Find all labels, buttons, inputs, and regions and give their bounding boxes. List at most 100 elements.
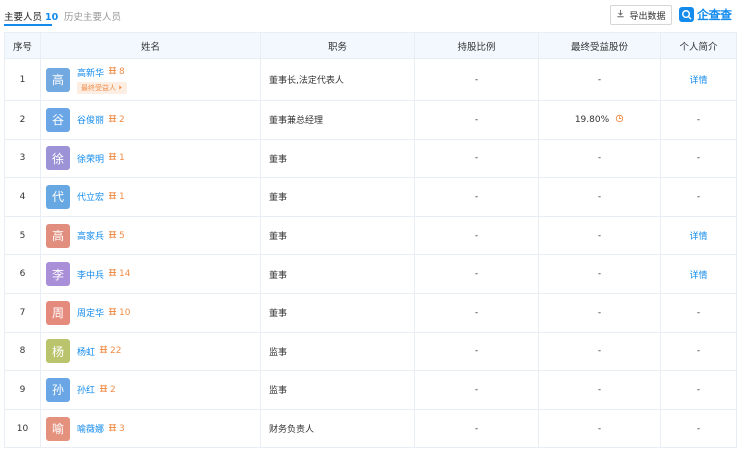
brand-logo: 企查查 <box>679 6 732 23</box>
brand-mark-icon <box>679 7 694 22</box>
cell-share: - <box>414 408 539 449</box>
cell-name: 周周定华 10 <box>40 292 261 333</box>
bio-detail-link: - <box>696 423 701 434</box>
cell-bio: - <box>660 292 737 333</box>
person-name-link[interactable]: 李中兵 <box>77 268 104 281</box>
bio-detail-link[interactable]: 详情 <box>689 232 707 242</box>
cell-position: 董事 <box>260 138 415 179</box>
cell-final-share: - <box>538 138 661 179</box>
header-index: 序号 <box>4 32 41 59</box>
beneficiary-tag-label: 最终受益人 <box>81 83 116 92</box>
association-icon <box>108 152 117 164</box>
final-share-value: - <box>597 269 602 280</box>
association-icon <box>108 307 117 319</box>
avatar[interactable]: 高 <box>46 67 70 92</box>
person-name-link[interactable]: 孙红 <box>77 383 95 396</box>
related-count: 5 <box>119 230 125 241</box>
related-companies-link[interactable]: 22 <box>99 345 121 357</box>
final-share-value: 19.80% <box>574 114 610 125</box>
related-count: 3 <box>119 423 125 434</box>
related-companies-link[interactable]: 1 <box>108 191 125 203</box>
bio-detail-link[interactable]: 详情 <box>689 271 707 281</box>
person-name-link[interactable]: 高新华 <box>77 66 104 79</box>
person-name-link[interactable]: 杨虹 <box>77 345 95 358</box>
related-companies-link[interactable]: 5 <box>108 230 125 242</box>
cell-bio: - <box>660 331 737 372</box>
cell-name: 喻喻薇娜 3 <box>40 408 261 449</box>
final-share-value: - <box>597 423 602 434</box>
related-companies-link[interactable]: 1 <box>108 152 125 164</box>
avatar[interactable]: 徐 <box>46 146 70 171</box>
caret-right-icon <box>118 84 123 92</box>
cell-name: 高高家兵 5 <box>40 215 261 256</box>
cell-position: 董事 <box>260 177 415 217</box>
association-icon <box>108 230 117 242</box>
cell-index: 7 <box>4 292 41 333</box>
avatar[interactable]: 李 <box>46 262 70 287</box>
beneficiary-tag[interactable]: 最终受益人 <box>77 81 127 94</box>
cell-final-share: - <box>538 215 661 256</box>
cell-index: 4 <box>4 177 41 217</box>
active-tab-indicator <box>4 24 52 26</box>
avatar[interactable]: 高 <box>46 223 70 248</box>
avatar[interactable]: 喻 <box>46 416 70 441</box>
related-companies-link[interactable]: 10 <box>108 307 130 319</box>
related-companies-link[interactable]: 2 <box>108 114 125 126</box>
avatar[interactable]: 孙 <box>46 377 70 402</box>
related-companies-link[interactable]: 8 <box>108 66 125 78</box>
avatar[interactable]: 杨 <box>46 339 70 364</box>
bio-detail-link: - <box>696 114 701 125</box>
cell-share: - <box>414 215 539 256</box>
cell-position: 董事兼总经理 <box>260 100 415 140</box>
cell-position: 董事长,法定代表人 <box>260 58 415 101</box>
share-chart-icon[interactable] <box>615 114 624 126</box>
header-share[interactable]: 持股比例 <box>414 32 539 59</box>
cell-share: - <box>414 254 539 294</box>
association-icon <box>99 384 108 396</box>
cell-bio: - <box>660 100 737 140</box>
person-name-link[interactable]: 徐荣明 <box>77 152 104 165</box>
related-companies-link[interactable]: 3 <box>108 423 125 435</box>
cell-final-share: - <box>538 408 661 449</box>
table-row: 2 谷谷俊丽 2 董事兼总经理 -19.80% - <box>4 100 737 140</box>
bio-detail-link[interactable]: 详情 <box>689 76 707 86</box>
avatar[interactable]: 谷 <box>46 107 70 132</box>
association-icon <box>108 423 117 435</box>
cell-final-share: - <box>538 292 661 333</box>
cell-bio: - <box>660 138 737 179</box>
person-name-link[interactable]: 代立宏 <box>77 190 104 203</box>
related-count: 1 <box>119 153 125 164</box>
person-name-link[interactable]: 谷俊丽 <box>77 113 104 126</box>
cell-name: 孙孙红 2 <box>40 370 261 410</box>
header-final-share[interactable]: 最终受益股份 <box>538 32 661 59</box>
cell-share: - <box>414 100 539 140</box>
cell-final-share: - <box>538 58 661 101</box>
bio-detail-link: - <box>696 346 701 357</box>
final-share-value: - <box>597 191 602 202</box>
person-name-link[interactable]: 周定华 <box>77 306 104 319</box>
cell-final-share: - <box>538 177 661 217</box>
cell-position: 董事 <box>260 292 415 333</box>
final-share-value: - <box>597 74 602 85</box>
avatar[interactable]: 代 <box>46 184 70 209</box>
personnel-table: 序号 姓名 职务 持股比例 最终受益股份 个人简介 1 高高新华 8 最终受益人 董事长… <box>4 32 737 449</box>
cell-share: - <box>414 177 539 217</box>
table-row: 9 孙孙红 2 监事 - - - <box>4 370 737 410</box>
related-companies-link[interactable]: 14 <box>108 268 130 280</box>
related-count: 2 <box>110 384 116 395</box>
association-icon <box>108 268 117 280</box>
association-icon <box>108 66 117 78</box>
bio-detail-link: - <box>696 191 701 202</box>
tab-main-personnel[interactable]: 主要人员 10 <box>4 9 58 23</box>
person-name-link[interactable]: 喻薇娜 <box>77 422 104 435</box>
avatar[interactable]: 周 <box>46 300 70 325</box>
final-share-value: - <box>597 307 602 318</box>
cell-final-share: - <box>538 331 661 372</box>
cell-bio: 详情 <box>660 254 737 294</box>
tab-history-personnel[interactable]: 历史主要人员 <box>64 9 121 23</box>
related-count: 14 <box>119 269 131 280</box>
final-share-value: - <box>597 230 602 241</box>
related-companies-link[interactable]: 2 <box>99 384 116 396</box>
export-data-button[interactable]: 导出数据 <box>610 5 672 25</box>
person-name-link[interactable]: 高家兵 <box>77 229 104 242</box>
